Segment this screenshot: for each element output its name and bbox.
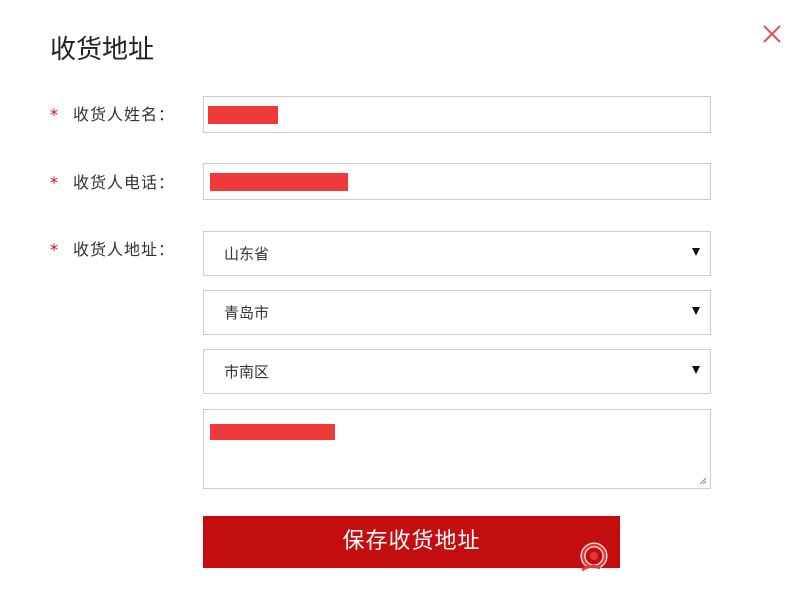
redacted-phone bbox=[210, 173, 348, 191]
redacted-address bbox=[210, 424, 335, 440]
resize-grip-icon[interactable] bbox=[699, 477, 707, 485]
name-label-row: * 收货人姓名： bbox=[50, 104, 175, 126]
city-value: 青岛市 bbox=[224, 304, 270, 322]
required-mark: * bbox=[50, 240, 59, 259]
phone-input[interactable] bbox=[203, 163, 711, 200]
redacted-name bbox=[208, 106, 278, 124]
required-mark: * bbox=[50, 105, 59, 124]
address-label: 收货人地址： bbox=[73, 240, 176, 259]
province-value: 山东省 bbox=[224, 245, 270, 263]
close-button[interactable] bbox=[758, 18, 788, 48]
watermark-logo-icon bbox=[580, 542, 608, 572]
save-address-button[interactable]: 保存收货地址 bbox=[203, 516, 620, 568]
chevron-down-icon bbox=[692, 366, 700, 374]
required-mark: * bbox=[50, 173, 59, 192]
address-label-row: * 收货人地址： bbox=[50, 239, 175, 261]
chevron-down-icon bbox=[692, 307, 700, 315]
chevron-down-icon bbox=[692, 248, 700, 256]
address-dialog: 收货地址 * 收货人姓名： * 收货人电话： * 收货人地址： 山东省 青岛市 市南区 bbox=[0, 0, 800, 613]
city-select[interactable]: 青岛市 bbox=[203, 290, 711, 335]
name-input[interactable] bbox=[203, 96, 711, 133]
phone-label-row: * 收货人电话： bbox=[50, 172, 175, 194]
dialog-title: 收货地址 bbox=[50, 35, 155, 65]
close-icon bbox=[763, 25, 781, 43]
province-select[interactable]: 山东省 bbox=[203, 231, 711, 276]
phone-label: 收货人电话： bbox=[73, 173, 176, 192]
district-value: 市南区 bbox=[224, 363, 270, 381]
detail-address-textarea[interactable] bbox=[203, 409, 711, 489]
district-select[interactable]: 市南区 bbox=[203, 349, 711, 394]
name-label: 收货人姓名： bbox=[73, 105, 176, 124]
